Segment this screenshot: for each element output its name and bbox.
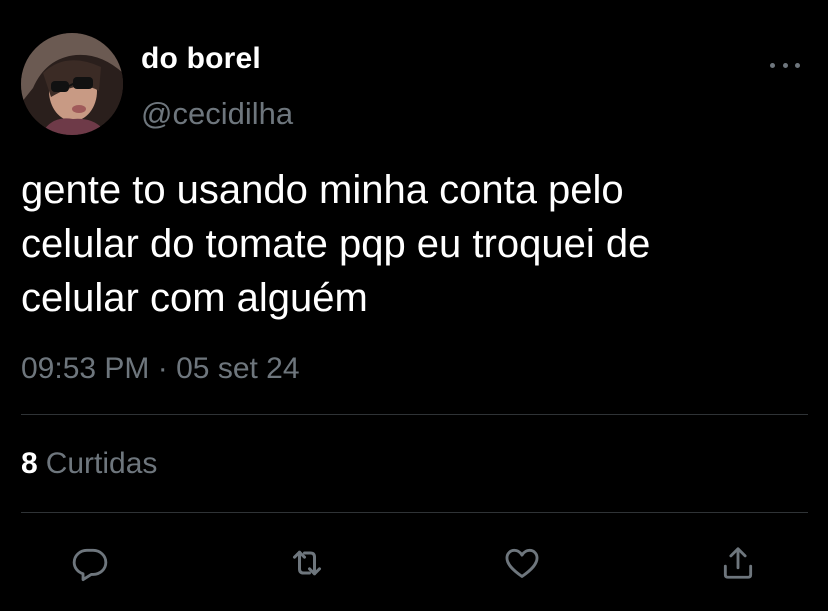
likes-count: 8 bbox=[21, 447, 38, 480]
user-handle[interactable]: @cecidilha bbox=[141, 96, 293, 132]
likes-stat[interactable]: 8 Curtidas bbox=[21, 447, 157, 481]
reply-button[interactable] bbox=[70, 543, 110, 583]
divider bbox=[21, 512, 808, 513]
likes-label: Curtidas bbox=[45, 447, 158, 480]
tweet-date[interactable]: 05 set 24 bbox=[176, 352, 299, 385]
share-button[interactable] bbox=[718, 543, 758, 583]
display-name[interactable]: do borel bbox=[141, 42, 261, 76]
heart-icon bbox=[505, 548, 539, 578]
reply-icon bbox=[72, 548, 108, 582]
tweet-timestamp: 09:53 PM · 05 set 24 bbox=[21, 352, 300, 386]
avatar[interactable] bbox=[21, 33, 123, 135]
like-button[interactable] bbox=[502, 543, 542, 583]
retweet-button[interactable] bbox=[287, 543, 327, 583]
divider bbox=[21, 414, 808, 415]
meta-separator: · bbox=[157, 352, 168, 385]
share-icon bbox=[723, 547, 753, 579]
tweet-time[interactable]: 09:53 PM bbox=[21, 352, 149, 385]
tweet-card: do borel @cecidilha gente to usando minh… bbox=[0, 0, 828, 611]
more-horizontal-icon[interactable] bbox=[770, 58, 800, 72]
tweet-text: gente to usando minha conta pelo celular… bbox=[21, 168, 651, 320]
retweet-icon bbox=[293, 550, 321, 576]
